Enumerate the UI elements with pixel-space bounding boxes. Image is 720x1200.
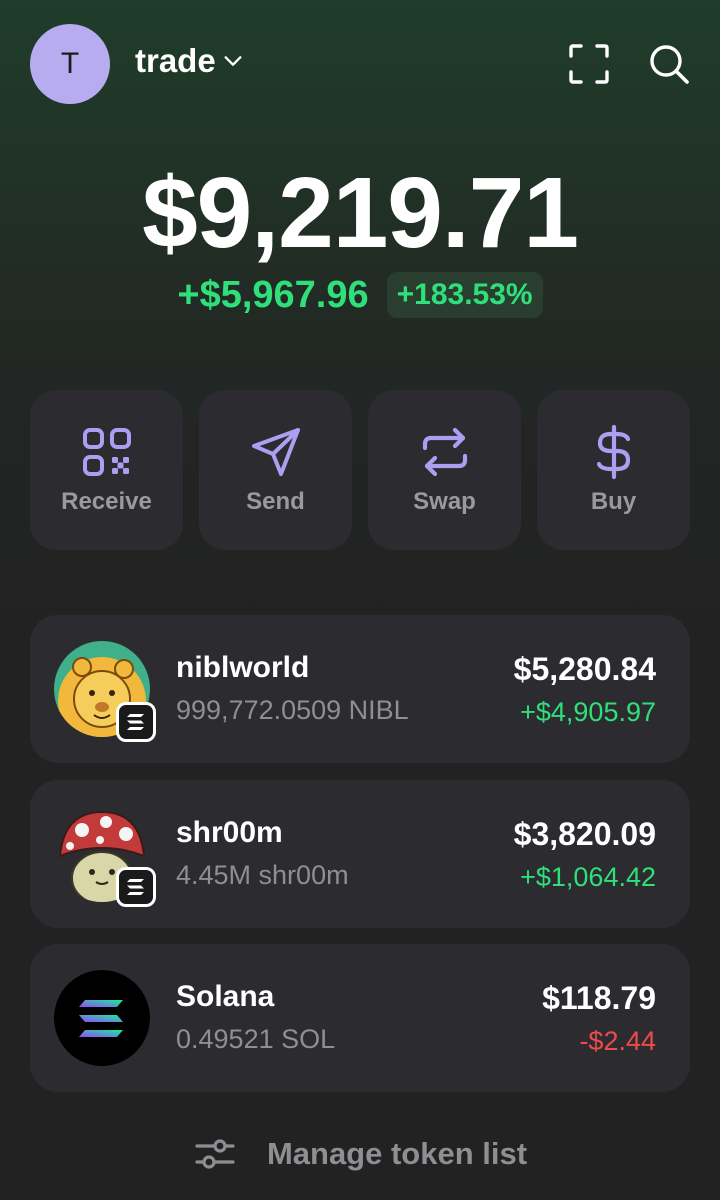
swap-button[interactable]: Swap [368, 390, 521, 550]
sliders-icon [195, 1139, 235, 1169]
token-amount: 999,772.0509 NIBL [176, 695, 409, 725]
manage-token-list-button[interactable]: Manage token list [0, 1132, 720, 1176]
chevron-down-icon [224, 56, 242, 66]
solana-token-icon [54, 970, 150, 1066]
scan-icon[interactable] [567, 42, 611, 86]
token-change: +$4,905.97 [520, 697, 656, 727]
token-name: shr00m [176, 816, 283, 849]
action-buttons: Receive Send Swap Buy [30, 390, 690, 550]
solana-chain-badge-icon [116, 702, 156, 742]
balance-change-row: +$5,967.96 +183.53% [0, 272, 720, 318]
account-name: trade [135, 42, 216, 79]
receive-button[interactable]: Receive [30, 390, 183, 550]
account-avatar[interactable]: T [30, 24, 110, 104]
token-change: +$1,064.42 [520, 862, 656, 892]
balance-change-percent-badge: +183.53% [386, 272, 543, 318]
token-name: Solana [176, 980, 275, 1013]
token-row-niblworld[interactable]: niblworld 999,772.0509 NIBL $5,280.84 +$… [30, 615, 690, 763]
manage-token-list-label: Manage token list [266, 1136, 528, 1171]
balance-change-amount: +$5,967.96 [177, 273, 369, 316]
qr-code-icon [82, 428, 131, 476]
top-bar: T trade [0, 0, 720, 130]
receive-label: Receive [61, 488, 152, 515]
search-icon[interactable] [647, 42, 691, 86]
solana-chain-badge-icon [116, 867, 156, 907]
token-amount: 4.45M shr00m [176, 860, 349, 890]
swap-label: Swap [413, 488, 476, 515]
token-value: $3,820.09 [513, 816, 656, 852]
send-label: Send [246, 488, 305, 515]
buy-button[interactable]: Buy [537, 390, 690, 550]
swap-icon [422, 427, 467, 477]
send-button[interactable]: Send [199, 390, 352, 550]
send-icon [251, 428, 300, 476]
token-amount: 0.49521 SOL [176, 1024, 336, 1054]
token-row-solana[interactable]: Solana 0.49521 SOL $118.79 -$2.44 [30, 944, 690, 1092]
total-balance: $9,219.71 [142, 157, 579, 269]
account-switcher[interactable]: trade [135, 42, 244, 80]
token-value: $118.79 [542, 980, 656, 1016]
dollar-icon [596, 424, 630, 480]
token-value: $5,280.84 [513, 651, 656, 687]
token-name: niblworld [176, 651, 310, 684]
token-change: -$2.44 [579, 1026, 656, 1056]
token-row-shr00m[interactable]: shr00m 4.45M shr00m $3,820.09 +$1,064.42 [30, 780, 690, 928]
buy-label: Buy [590, 488, 637, 515]
